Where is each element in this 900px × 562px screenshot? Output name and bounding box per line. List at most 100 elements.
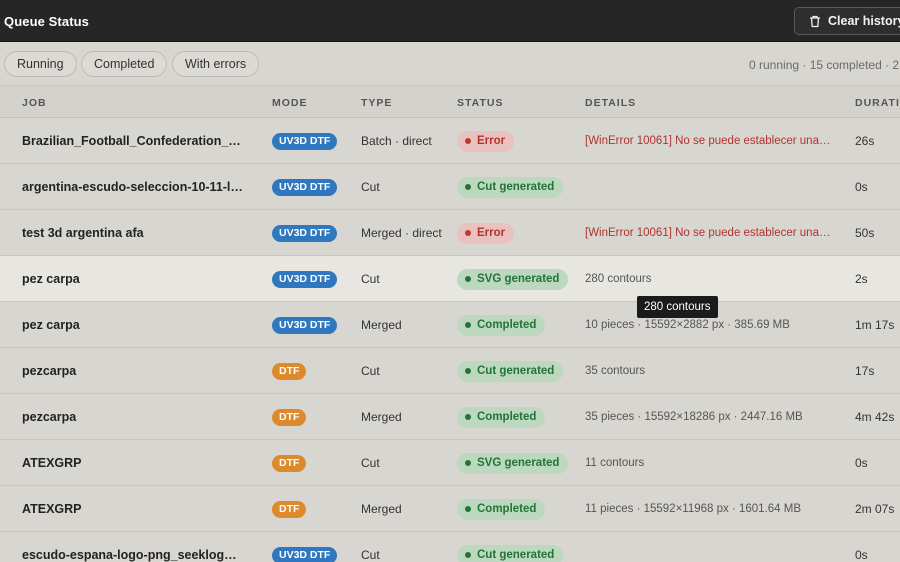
job-type: Merged · direct [361, 226, 442, 240]
status-label: Cut generated [477, 365, 555, 377]
filter-completed[interactable]: Completed [81, 51, 168, 77]
table-row[interactable]: escudo-espana-logo-png_seeklogo-646... UV… [0, 532, 900, 562]
table-row[interactable]: pezcarpa DTF Merged Completed 35 pieces · 15… [0, 394, 900, 440]
job-duration: 2s [855, 272, 868, 286]
mode-cell: DTF [272, 440, 307, 486]
status-label: SVG generated [477, 273, 560, 285]
job-type: Merged [361, 410, 402, 424]
job-name: Brazilian_Football_Confederation_logo.s.… [22, 134, 244, 148]
mode-cell: UV3D DTF [272, 532, 338, 562]
dot-icon [465, 322, 471, 328]
job-name: pez carpa [22, 318, 80, 332]
table-row[interactable]: argentina-escudo-seleccion-10-11-logo-..… [0, 164, 900, 210]
job-duration: 0s [855, 548, 868, 562]
page-title: Queue Status [4, 14, 89, 29]
job-details: 11 pieces · 15592×11968 px · 1601.64 MB [585, 503, 801, 515]
status-badge: Completed [457, 406, 546, 428]
status-badge: SVG generated [457, 268, 569, 290]
job-type: Merged [361, 318, 402, 332]
status-cell: Error [457, 118, 515, 164]
status-badge: Cut generated [457, 360, 564, 382]
dot-icon [465, 506, 471, 512]
status-label: Completed [477, 319, 537, 331]
column-mode[interactable]: MODE [272, 97, 308, 109]
status-label: Cut generated [477, 181, 555, 193]
dot-icon [465, 184, 471, 190]
job-details: 11 contours [585, 457, 645, 469]
status-badge: Error [457, 222, 515, 244]
status-cell: Cut generated [457, 348, 564, 394]
table-header: JOB MODE TYPE STATUS DETAILS DURATIO [0, 86, 900, 118]
mode-badge: DTF [272, 454, 307, 472]
filter-running[interactable]: Running [4, 51, 77, 77]
job-name: pezcarpa [22, 364, 77, 378]
column-details[interactable]: DETAILS [585, 97, 636, 109]
mode-badge: UV3D DTF [272, 132, 338, 150]
status-cell: SVG generated [457, 440, 569, 486]
status-label: SVG generated [477, 457, 560, 469]
status-label: Completed [477, 411, 537, 423]
job-duration: 0s [855, 180, 868, 194]
dot-icon [465, 460, 471, 466]
status-label: Error [477, 227, 506, 239]
job-type: Cut [361, 364, 380, 378]
job-duration: 50s [855, 226, 875, 240]
job-duration: 26s [855, 134, 875, 148]
dot-icon [465, 230, 471, 236]
job-details [585, 532, 835, 562]
clear-history-button[interactable]: Clear history [794, 7, 900, 35]
job-type: Cut [361, 272, 380, 286]
column-job[interactable]: JOB [22, 97, 47, 109]
column-status[interactable]: STATUS [457, 97, 503, 109]
table-row[interactable]: test 3d argentina afa UV3D DTF Merged · di… [0, 210, 900, 256]
job-duration: 17s [855, 364, 875, 378]
top-bar: Queue Status Clear history [0, 0, 900, 42]
table-row[interactable]: pez carpa UV3D DTF Merged Completed 10 piece… [0, 302, 900, 348]
status-badge: SVG generated [457, 452, 569, 474]
status-badge: Cut generated [457, 544, 564, 562]
clear-history-label: Clear history [828, 14, 900, 28]
status-cell: Completed [457, 302, 546, 348]
job-duration: 2m 07s [855, 502, 895, 516]
mode-cell: UV3D DTF [272, 118, 338, 164]
mode-badge: UV3D DTF [272, 224, 338, 242]
mode-badge: UV3D DTF [272, 546, 338, 562]
mode-badge: UV3D DTF [272, 270, 338, 288]
mode-cell: UV3D DTF [272, 164, 338, 210]
job-name: argentina-escudo-seleccion-10-11-logo-..… [22, 180, 244, 194]
status-label: Completed [477, 503, 537, 515]
mode-cell: UV3D DTF [272, 256, 338, 302]
status-badge: Completed [457, 498, 546, 520]
status-cell: Cut generated [457, 164, 564, 210]
job-name: pez carpa [22, 272, 80, 286]
job-details: [WinError 10061] No se puede establecer … [585, 135, 831, 147]
column-type[interactable]: TYPE [361, 97, 392, 109]
table-row[interactable]: ATEXGRP DTF Merged Completed 11 pieces · 155… [0, 486, 900, 532]
job-name: escudo-espana-logo-png_seeklogo-646... [22, 548, 244, 562]
job-details: [WinError 10061] No se puede establecer … [585, 227, 831, 239]
mode-cell: DTF [272, 394, 307, 440]
job-name: ATEXGRP [22, 456, 82, 470]
status-cell: Completed [457, 486, 546, 532]
table-row[interactable]: pez carpa UV3D DTF Cut SVG generated 280 con… [0, 256, 900, 302]
filter-with-errors[interactable]: With errors [172, 51, 260, 77]
mode-badge: DTF [272, 362, 307, 380]
table-row[interactable]: Brazilian_Football_Confederation_logo.s.… [0, 118, 900, 164]
column-duration[interactable]: DURATIO [855, 97, 900, 109]
job-type: Cut [361, 548, 380, 562]
mode-cell: DTF [272, 348, 307, 394]
trash-icon [809, 15, 821, 28]
mode-cell: UV3D DTF [272, 302, 338, 348]
dot-icon [465, 276, 471, 282]
status-badge: Cut generated [457, 176, 564, 198]
status-cell: Error [457, 210, 515, 256]
table-row[interactable]: ATEXGRP DTF Cut SVG generated 11 contours 0s [0, 440, 900, 486]
dot-icon [465, 138, 471, 144]
dot-icon [465, 552, 471, 558]
mode-cell: DTF [272, 486, 307, 532]
job-details: 35 contours [585, 365, 646, 377]
queue-summary: 0 running · 15 completed · 2 w [749, 58, 900, 72]
dot-icon [465, 414, 471, 420]
job-duration: 1m 17s [855, 318, 895, 332]
table-row[interactable]: pezcarpa DTF Cut Cut generated 35 contours 17… [0, 348, 900, 394]
